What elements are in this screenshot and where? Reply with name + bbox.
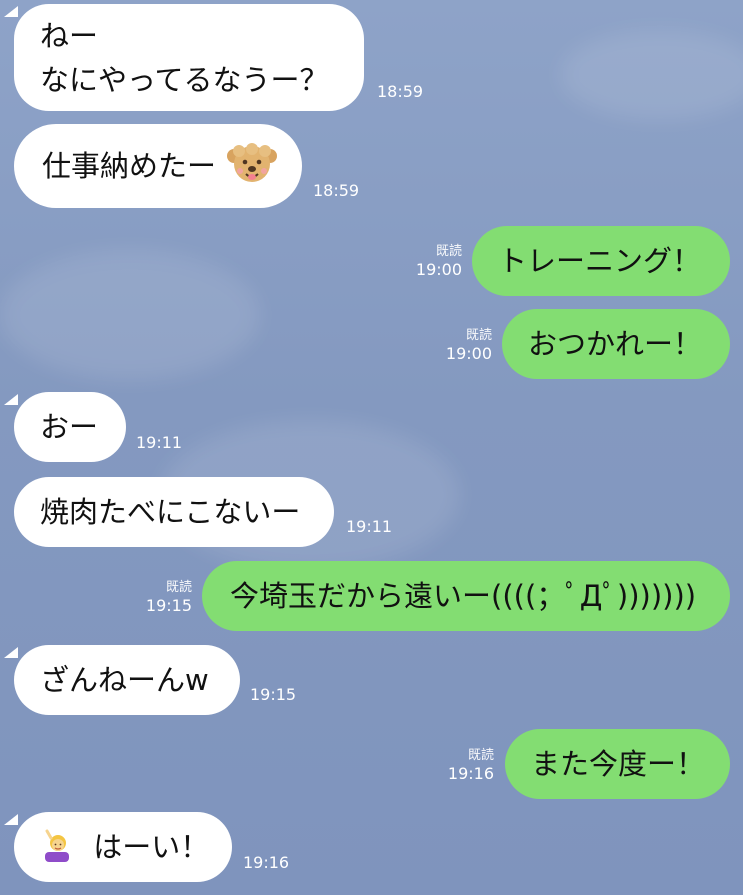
- message-meta: 既読 19:16: [438, 748, 494, 784]
- message-bubble[interactable]: 焼肉たべにこないー: [14, 477, 334, 547]
- message-time: 19:16: [447, 764, 494, 783]
- message-text-line: なにやってるなうー？: [40, 63, 329, 97]
- read-label: 既読: [467, 748, 494, 763]
- message-bubble[interactable]: トレーニング！: [472, 226, 730, 296]
- message-bubble[interactable]: また今度ー！: [505, 729, 730, 799]
- message-text: おつかれー！: [528, 327, 703, 361]
- message-bubble[interactable]: おー: [14, 392, 126, 462]
- bubble-tail: [4, 394, 18, 405]
- message-time: 19:00: [415, 260, 462, 279]
- message-time: 19:15: [250, 685, 297, 704]
- bubble-tail: [4, 647, 18, 658]
- message-text: はーい！: [93, 830, 210, 864]
- message-bubble[interactable]: ねー なにやってるなうー？: [14, 4, 364, 111]
- message-time: 18:59: [377, 82, 424, 101]
- message-text-line: ねー: [40, 19, 99, 53]
- message-bubble[interactable]: ざんねーんw: [14, 645, 240, 715]
- message-text: 今埼玉だから遠いー((((；ﾟДﾟ))))))): [230, 579, 697, 613]
- message-text: 焼肉たべにこないー: [40, 495, 301, 529]
- message-text: おー: [40, 410, 99, 444]
- message-time: 18:59: [313, 181, 360, 200]
- bubble-tail: [4, 814, 18, 825]
- message-meta: 既読 19:00: [432, 328, 492, 364]
- message-bubble[interactable]: 仕事納めたー: [14, 124, 302, 208]
- raising-hand-person-emoji-icon: [45, 829, 69, 862]
- bubble-tail: [4, 6, 18, 17]
- message-time: 19:11: [136, 433, 183, 452]
- message-time: 19:11: [346, 517, 393, 536]
- read-label: 既読: [465, 328, 492, 343]
- dog-emoji-icon: [227, 143, 278, 182]
- message-time: 19:00: [445, 344, 492, 363]
- message-time: 19:15: [145, 596, 192, 615]
- message-text: また今度ー！: [531, 747, 706, 781]
- message-text: ざんねーんw: [40, 663, 209, 697]
- read-label: 既読: [435, 244, 462, 259]
- chat-thread: ねー なにやってるなうー？ 18:59 仕事納めたー 18:59 既読 19:0…: [0, 0, 743, 895]
- message-text: トレーニング！: [498, 244, 702, 278]
- message-bubble[interactable]: 今埼玉だから遠いー((((；ﾟДﾟ))))))): [202, 561, 730, 631]
- message-time: 19:16: [243, 853, 290, 872]
- message-meta: 既読 19:15: [138, 580, 192, 616]
- message-bubble[interactable]: おつかれー！: [502, 309, 730, 379]
- read-label: 既読: [165, 580, 192, 595]
- message-meta: 既読 19:00: [404, 244, 462, 280]
- message-text: 仕事納めたー: [42, 149, 217, 183]
- message-bubble[interactable]: はーい！: [14, 812, 232, 882]
